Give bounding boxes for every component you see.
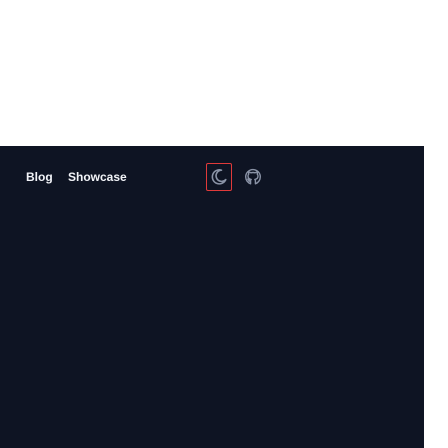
github-link-button[interactable] — [241, 163, 267, 191]
top-navigation: Blog Showcase — [0, 146, 424, 210]
nav-link-showcase[interactable]: Showcase — [68, 170, 127, 184]
theme-toggle-button[interactable] — [206, 163, 232, 191]
moon-icon — [211, 169, 227, 185]
nav-link-blog[interactable]: Blog — [26, 170, 53, 184]
github-icon — [245, 168, 261, 185]
page: Blog Showcase — [0, 0, 448, 448]
dark-header-panel: Blog Showcase — [0, 146, 424, 448]
